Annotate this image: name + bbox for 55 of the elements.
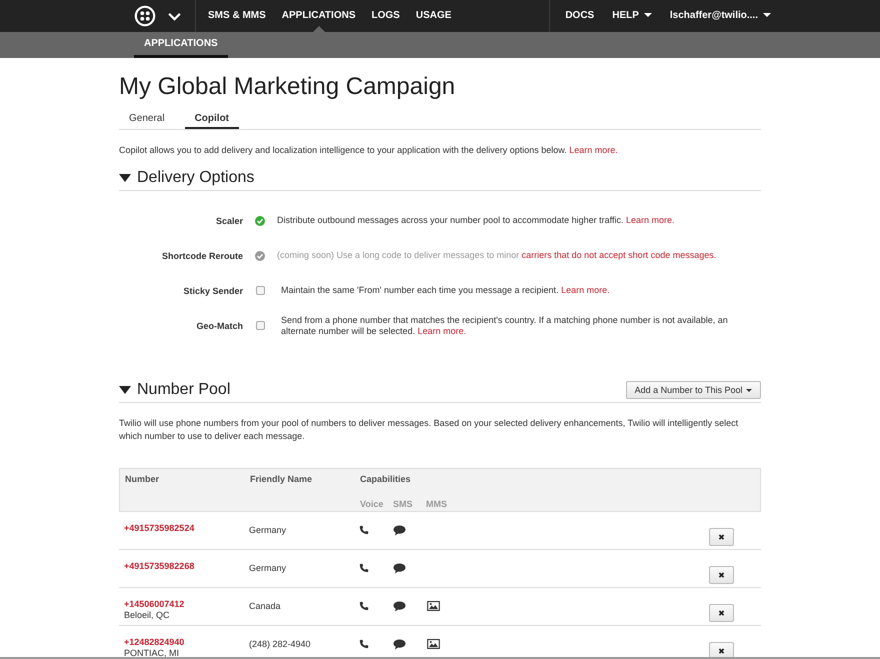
checkbox[interactable] [256, 286, 264, 295]
option-description: (coming soon) Use a long code to deliver messages to minor carriers that do not accept short code messages. [277, 250, 718, 261]
capability-header: Voice [360, 499, 384, 509]
nav-link[interactable]: APPLICATIONS [274, 0, 364, 32]
capability-header: SMS [393, 499, 414, 509]
column-header: Number [125, 474, 160, 484]
friendly-name: Canada [249, 601, 281, 611]
friendly-name: Germany [249, 563, 286, 573]
collapse-triangle-icon[interactable] [119, 386, 131, 394]
nav-link[interactable]: SMS & MMS [200, 0, 274, 32]
learn-more-link[interactable]: Learn more. [626, 215, 675, 225]
option-label: Geo-Match [195, 320, 243, 330]
phone-number-link[interactable]: +14506007412 [124, 599, 249, 609]
friendly-name: (248) 282-4940 [249, 639, 311, 649]
nav-link[interactable]: USAGE [408, 0, 460, 32]
option-description: Send from a phone number that matches the recipient's country. If a matching phone number is not available, an alternate number will be selected. Learn more. [280, 314, 729, 336]
nav-link[interactable]: HELP [603, 0, 661, 32]
phone-number-link[interactable]: +12482824940 [124, 637, 249, 647]
location-text: Beloeil, QC [124, 610, 171, 620]
column-header: Capabilities [360, 474, 412, 484]
image-icon [427, 601, 440, 611]
option-label: Sticky Sender [182, 286, 243, 296]
subnav-tab[interactable]: APPLICATIONS [134, 32, 228, 58]
column-header: Friendly Name [250, 474, 312, 484]
learn-more-link[interactable]: Learn more. [569, 145, 618, 155]
section-heading: Delivery Options [137, 169, 254, 187]
chevron-down-icon[interactable] [168, 12, 181, 20]
nav-link[interactable]: LOGS [364, 0, 408, 32]
option-description: Distribute outbound messages across your number pool to accommodate higher traffic. Learn more. [277, 215, 676, 226]
tab[interactable]: Copilot [184, 109, 240, 129]
section-heading: Number Pool [137, 381, 230, 399]
option-label: Scaler [214, 216, 243, 226]
option-description: Maintain the same 'From' number each time you message a recipient. Learn more. [280, 285, 611, 296]
delete-button[interactable]: ✖ [709, 566, 734, 584]
checkbox[interactable] [256, 321, 264, 330]
location-text: PONTIAC, MI [124, 648, 180, 658]
nav-link[interactable]: DOCS [556, 0, 604, 32]
delete-button[interactable]: ✖ [709, 528, 734, 546]
phone-number-link[interactable]: +4915735982268 [124, 561, 249, 571]
friendly-name: Germany [249, 525, 286, 535]
capability-header: MMS [426, 499, 448, 509]
learn-more-link[interactable]: Learn more. [418, 326, 466, 336]
tab[interactable]: General [119, 109, 175, 129]
intro-text: Copilot allows you to add delivery and localization intelligence to your application with the delivery options below. Learn more. [119, 144, 619, 157]
logo-icon[interactable] [134, 5, 156, 27]
add-number-button[interactable]: Add a Number to This Pool [626, 381, 761, 399]
phone-number-link[interactable]: +4915735982524 [124, 523, 249, 533]
option-label: Shortcode Reroute [160, 250, 243, 260]
pool-description: Twilio will use phone numbers from your pool of numbers to deliver messages. Based on your selected delivery enhancements, Twilio will intelligently select which number to use to deliver each message. [119, 417, 740, 443]
nav-link[interactable]: lschaffer@twilio.... [660, 0, 780, 32]
learn-more-link[interactable]: Learn more. [561, 285, 610, 295]
delete-button[interactable]: ✖ [709, 604, 734, 622]
image-icon [427, 639, 440, 649]
collapse-triangle-icon[interactable] [119, 174, 131, 182]
page-title: My Global Marketing Campaign [119, 73, 456, 101]
